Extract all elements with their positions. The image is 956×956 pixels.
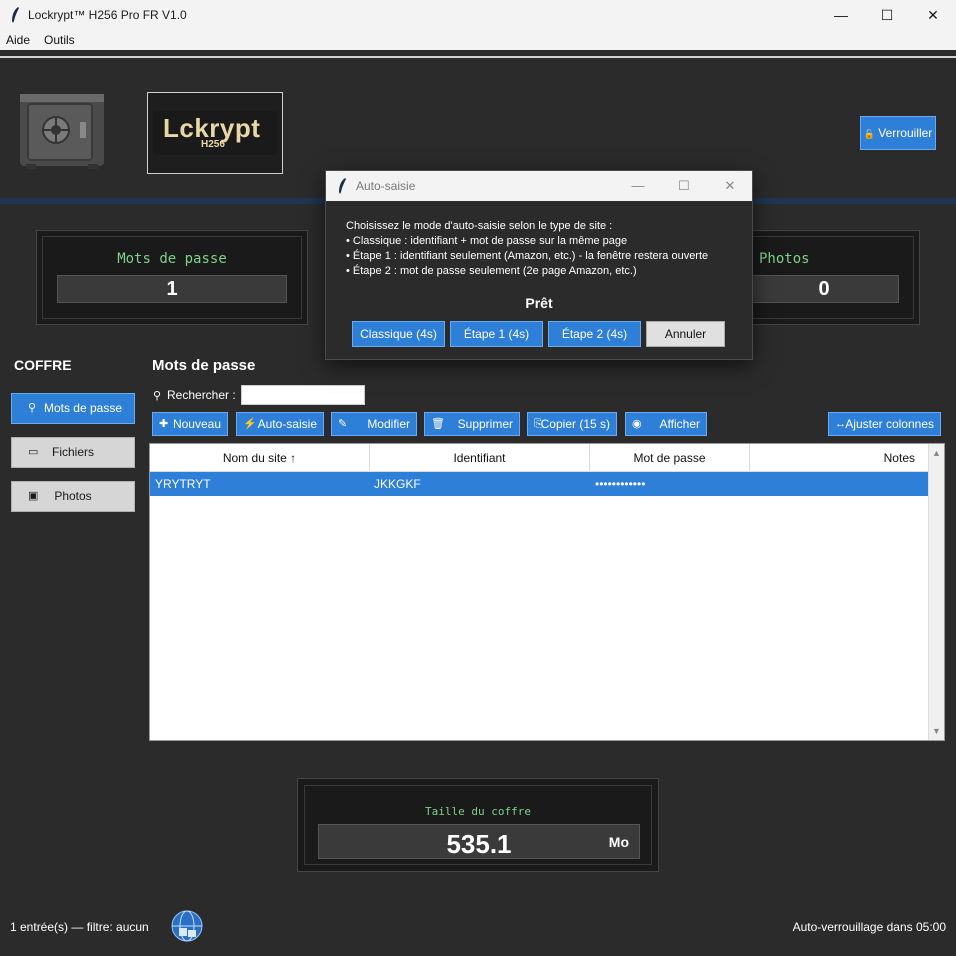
classic-mode-button[interactable]: Classique (4s) xyxy=(352,321,445,347)
sidebar-item-label: Photos xyxy=(54,489,92,503)
cell-password: •••••••••••• xyxy=(595,477,646,491)
dialog-title: Auto-saisie xyxy=(356,179,416,193)
scroll-up-icon[interactable]: ▲ xyxy=(932,448,941,458)
instruction-line: Choisissez le mode d'auto-saisie selon l… xyxy=(346,220,613,232)
column-header-password[interactable]: Mot de passe xyxy=(590,444,750,472)
feather-icon xyxy=(12,7,19,23)
dialog-status: Prêt xyxy=(525,295,553,311)
search-icon: ⚲ xyxy=(153,390,162,402)
sidebar-item-files[interactable]: ▭ Fichiers xyxy=(11,437,135,468)
scroll-down-icon[interactable]: ▼ xyxy=(932,726,941,736)
search-input[interactable] xyxy=(241,385,365,405)
lock-button-label: Verrouiller xyxy=(878,126,933,140)
menu-separator xyxy=(0,50,956,58)
step1-mode-button[interactable]: Étape 1 (4s) xyxy=(450,321,543,347)
app-window: Lockrypt™ H256 Pro FR V1.0 — ☐ ✕ Aide Ou… xyxy=(0,0,956,956)
counter-label: Mots de passe xyxy=(117,251,227,267)
entries-status: 1 entrée(s) — filtre: aucun xyxy=(10,920,149,934)
menu-aide[interactable]: Aide xyxy=(6,33,30,47)
cell-site: YRYTRYT xyxy=(155,477,211,491)
button-label: Modifier xyxy=(367,417,410,431)
size-label: Taille du coffre xyxy=(425,805,531,818)
sidebar-item-passwords[interactable]: ⚲ Mots de passe xyxy=(11,393,135,424)
logo-subtext: H256 xyxy=(201,139,225,150)
edit-button[interactable]: ✎ Modifier xyxy=(331,412,417,436)
sidebar-item-photos[interactable]: ▣ Photos xyxy=(11,481,135,512)
section-title: Mots de passe xyxy=(152,357,256,374)
counter-value: 1 xyxy=(57,275,287,303)
autofill-button[interactable]: ⚡ Auto-saisie xyxy=(236,412,324,436)
size-field: 535.1 Mo xyxy=(318,824,640,859)
fit-columns-button[interactable]: ↔ Ajuster colonnes xyxy=(828,412,941,436)
size-value: 535.1 xyxy=(446,829,512,859)
button-label: Copier (15 s) xyxy=(540,417,610,431)
new-button[interactable]: ✚ Nouveau xyxy=(152,412,228,436)
autofill-dialog: Auto-saisie — ☐ ✕ Choisissez le mode d'a… xyxy=(325,170,753,360)
autolock-status: Auto-verrouillage dans 05:00 xyxy=(792,920,946,934)
window-title: Lockrypt™ H256 Pro FR V1.0 xyxy=(28,8,187,22)
instruction-line: • Classique : identifiant + mot de passe… xyxy=(346,235,628,247)
column-header-login[interactable]: Identifiant xyxy=(370,444,590,472)
button-label: Ajuster colonnes xyxy=(845,417,934,431)
title-bar: Lockrypt™ H256 Pro FR V1.0 — ☐ ✕ xyxy=(0,0,956,30)
counter-label: Photos xyxy=(759,251,810,267)
cell-login: JKKGKF xyxy=(374,477,421,491)
instruction-line: • Étape 2 : mot de passe seulement (2e p… xyxy=(346,265,637,277)
column-header-site[interactable]: Nom du site ↑ xyxy=(150,444,370,472)
dialog-close-button[interactable]: ✕ xyxy=(708,171,752,201)
copy-button[interactable]: ⎘ Copier (15 s) xyxy=(527,412,617,436)
sidebar-title: COFFRE xyxy=(14,357,72,373)
counter-value: 0 xyxy=(749,275,899,303)
show-button[interactable]: ◉ Afficher xyxy=(625,412,707,436)
lock-button[interactable]: 🔓 Verrouiller xyxy=(860,116,936,150)
button-label: Auto-saisie xyxy=(257,417,317,431)
safe-icon xyxy=(20,94,104,169)
table-scrollbar[interactable]: ▲ ▼ xyxy=(928,444,944,740)
search-label: Rechercher : xyxy=(167,388,236,402)
button-label: Afficher xyxy=(659,417,700,431)
table-header: Nom du site ↑ Identifiant Mot de passe N… xyxy=(150,444,929,472)
delete-button[interactable]: 🗑 Supprimer xyxy=(424,412,520,436)
column-header-notes[interactable]: Notes xyxy=(750,444,929,472)
minimize-button[interactable]: — xyxy=(818,0,864,30)
sidebar-item-label: Fichiers xyxy=(51,445,94,459)
menu-bar: Aide Outils xyxy=(0,30,956,50)
trash-icon: 🗑 xyxy=(431,418,445,430)
feather-icon xyxy=(339,178,346,194)
sidebar-item-label: Mots de passe xyxy=(43,401,123,415)
logo-plate: Lckrypt H256 xyxy=(153,111,277,155)
table-row[interactable]: YRYTRYT JKKGKF •••••••••••• xyxy=(150,472,929,496)
instruction-line: • Étape 1 : identifiant seulement (Amazo… xyxy=(346,250,709,262)
plus-icon: ✚ xyxy=(159,418,169,430)
button-label: Supprimer xyxy=(457,417,513,431)
close-button[interactable]: ✕ xyxy=(910,0,956,30)
unlock-icon: 🔓 xyxy=(863,129,875,139)
logo: Lckrypt H256 xyxy=(147,92,283,174)
button-label: Nouveau xyxy=(172,417,221,431)
size-unit: Mo xyxy=(608,834,629,850)
eye-icon: ◉ xyxy=(632,418,642,430)
cancel-button[interactable]: Annuler xyxy=(646,321,725,347)
dialog-minimize-button[interactable]: — xyxy=(616,171,660,201)
lightning-icon: ⚡ xyxy=(243,418,257,430)
dialog-maximize-button[interactable]: ☐ xyxy=(662,171,706,201)
dialog-title-bar: Auto-saisie — ☐ ✕ xyxy=(326,171,752,201)
password-table: Nom du site ↑ Identifiant Mot de passe N… xyxy=(149,443,945,741)
vault-size-panel: Taille du coffre 535.1 Mo xyxy=(297,778,659,872)
menu-outils[interactable]: Outils xyxy=(44,33,75,47)
maximize-button[interactable]: ☐ xyxy=(864,0,910,30)
counter-passwords: Mots de passe 1 xyxy=(36,230,308,325)
step2-mode-button[interactable]: Étape 2 (4s) xyxy=(548,321,641,347)
pencil-icon: ✎ xyxy=(338,418,348,430)
network-icon[interactable] xyxy=(171,910,203,942)
dialog-instructions: Choisissez le mode d'auto-saisie selon l… xyxy=(346,219,708,279)
